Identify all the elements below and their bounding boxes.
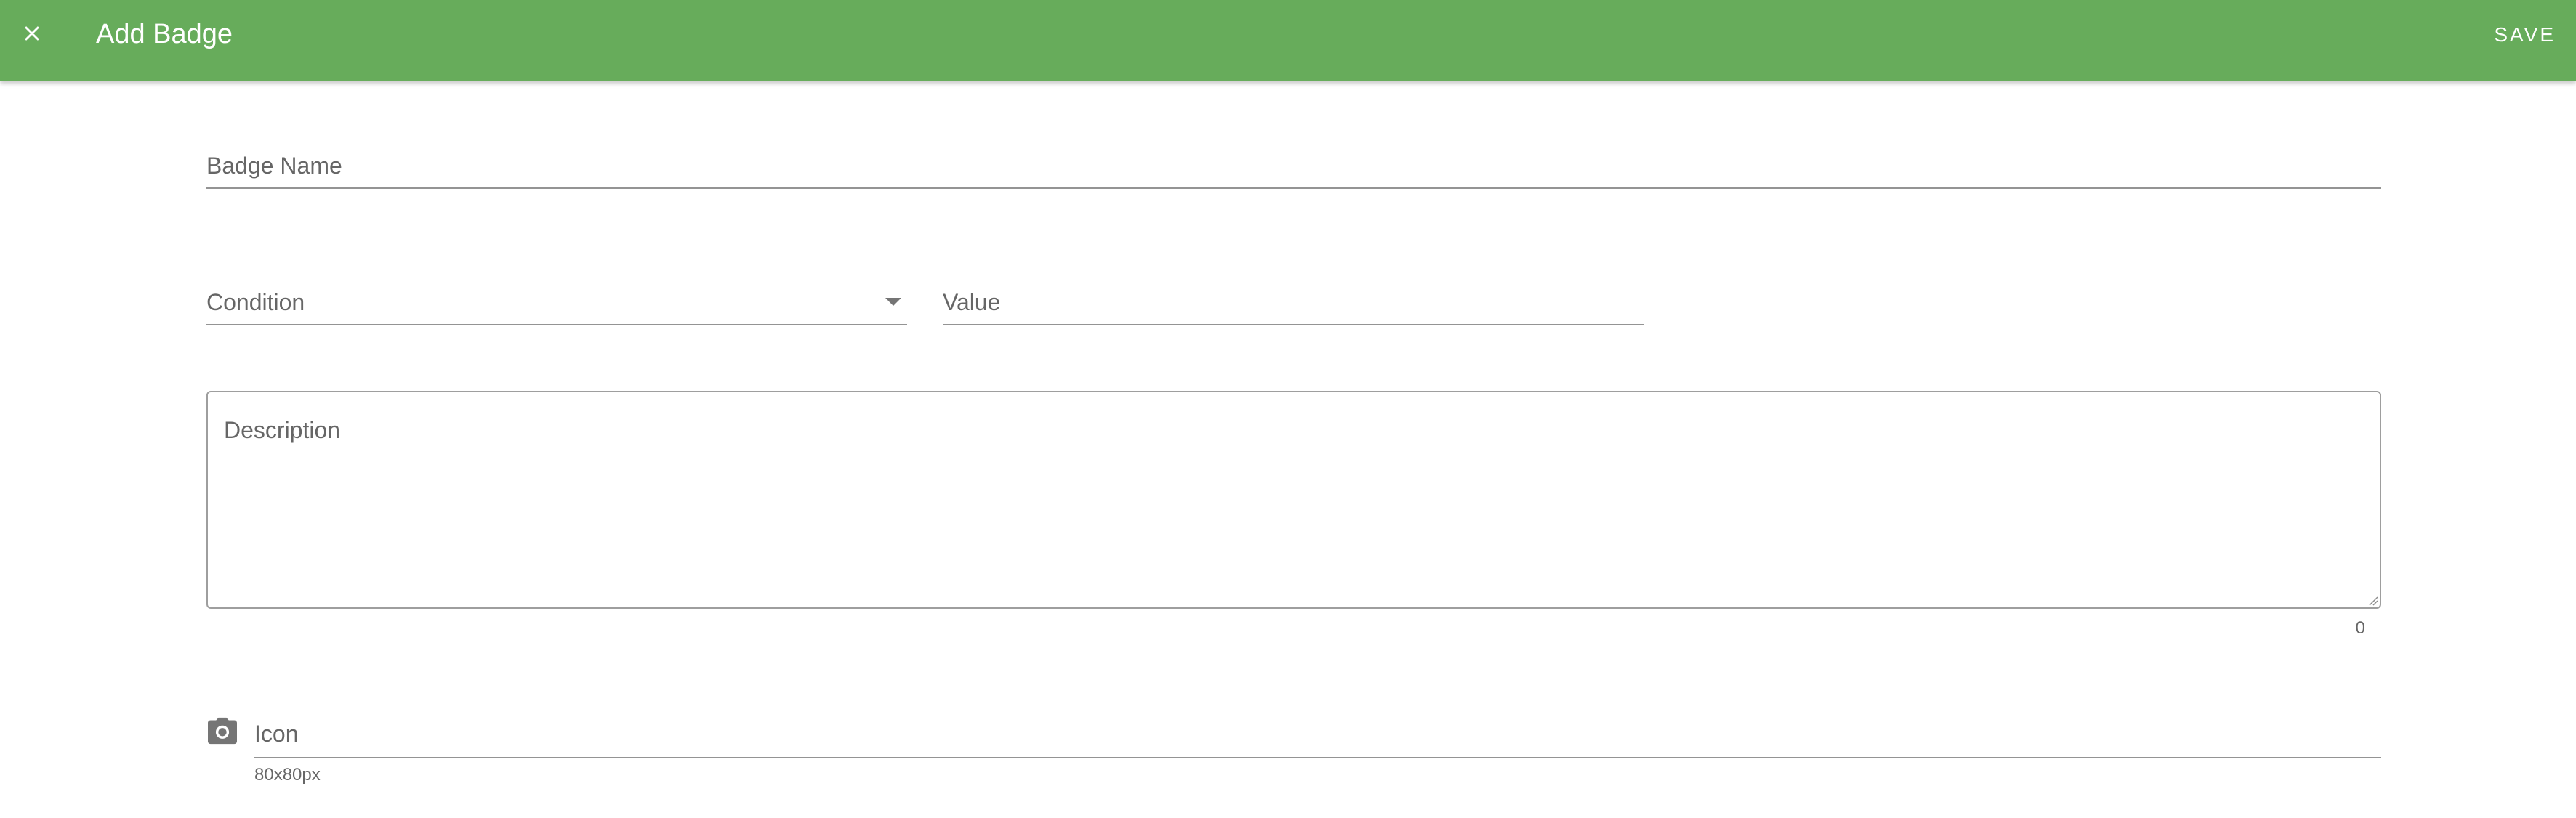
value-input[interactable]	[943, 279, 1644, 324]
close-button[interactable]	[12, 13, 52, 54]
page-title: Add Badge	[96, 19, 233, 49]
description-label: Description	[224, 417, 341, 443]
description-char-counter: 0	[2355, 618, 2365, 638]
icon-upload-field[interactable]: Icon	[254, 710, 2381, 758]
condition-label: Condition	[206, 289, 305, 315]
condition-select[interactable]: Condition	[206, 279, 907, 325]
save-button[interactable]: SAVE	[2494, 22, 2556, 48]
arrow-drop-down-icon	[885, 298, 901, 306]
resize-handle-icon[interactable]	[2367, 594, 2378, 606]
badge-name-field[interactable]: Badge Name	[206, 142, 2381, 189]
value-field[interactable]: Value	[943, 279, 1644, 325]
description-textarea[interactable]: Description	[206, 391, 2381, 609]
camera-icon[interactable]	[206, 716, 238, 745]
icon-label: Icon	[254, 721, 299, 747]
icon-size-hint: 80x80px	[254, 765, 321, 785]
close-icon	[25, 26, 39, 41]
app-toolbar: Add Badge SAVE	[0, 0, 2576, 81]
badge-name-input[interactable]	[206, 142, 2381, 187]
